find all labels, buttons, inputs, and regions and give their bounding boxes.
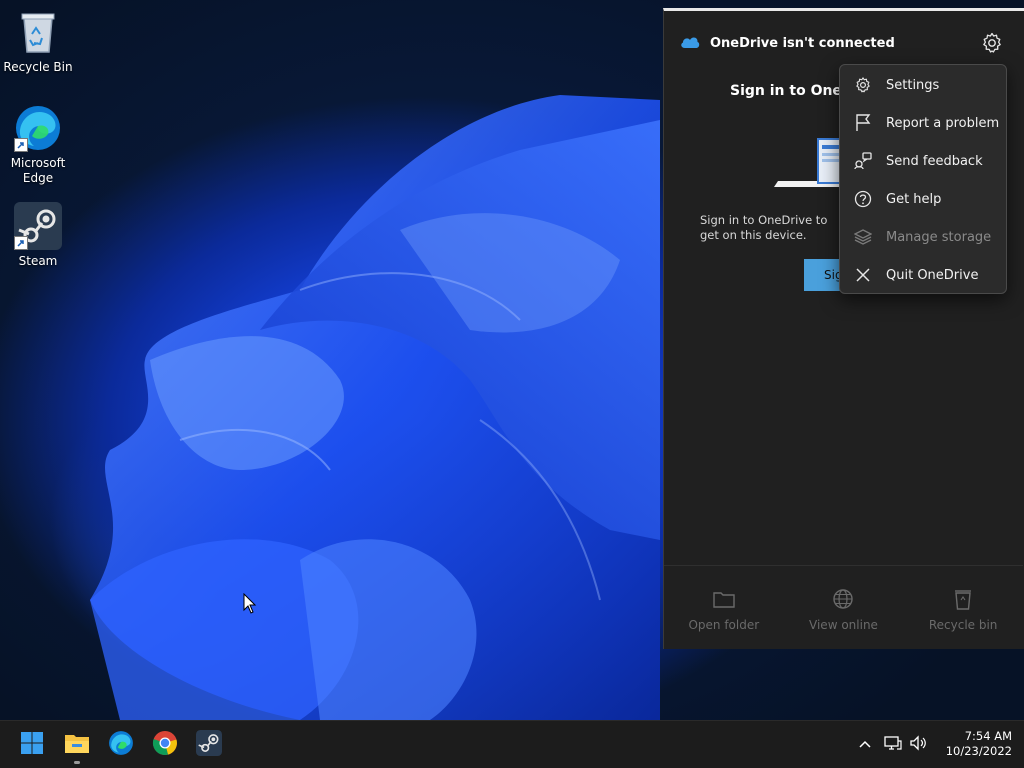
chrome-icon	[152, 730, 178, 760]
clock-time: 7:54 AM	[964, 729, 1012, 743]
running-indicator	[74, 761, 80, 764]
taskbar-edge[interactable]	[105, 729, 137, 761]
feedback-icon	[852, 152, 874, 170]
menu-item-label: Report a problem	[886, 115, 1000, 131]
recycle-bin-icon	[918, 586, 1008, 612]
taskbar-steam[interactable]	[193, 729, 225, 761]
onedrive-title: OneDrive isn't connected	[710, 35, 895, 51]
volume-icon[interactable]	[910, 735, 928, 755]
onedrive-footer: Open folder View online Recycle bin	[664, 565, 1023, 649]
steam-icon	[14, 202, 62, 250]
menu-item-send-feedback[interactable]: Send feedback	[844, 144, 1002, 178]
open-folder-label: Open folder	[688, 618, 760, 632]
menu-item-label: Settings	[886, 77, 940, 93]
taskbar: 7:54 AM 10/23/2022	[0, 720, 1024, 768]
steam-icon	[196, 730, 222, 760]
edge-icon	[108, 730, 134, 760]
menu-item-label: Quit OneDrive	[886, 267, 979, 283]
menu-item-quit-onedrive[interactable]: Quit OneDrive	[844, 258, 1002, 292]
settings-context-menu: Settings Report a problem Send feedback …	[839, 64, 1007, 294]
close-icon	[852, 266, 874, 284]
menu-item-manage-storage[interactable]: Manage storage	[844, 220, 1002, 254]
globe-icon	[798, 586, 888, 612]
help-icon	[852, 190, 874, 208]
file-explorer-icon	[64, 732, 90, 758]
view-online-button[interactable]: View online	[798, 586, 888, 632]
open-folder-button[interactable]: Open folder	[679, 586, 769, 632]
taskbar-chrome[interactable]	[149, 729, 181, 761]
view-online-label: View online	[809, 618, 878, 632]
shortcut-arrow-icon	[14, 138, 28, 152]
desktop-icon-edge[interactable]: Microsoft Edge	[0, 104, 76, 186]
menu-item-label: Send feedback	[886, 153, 983, 169]
clock-date: 10/23/2022	[945, 744, 1012, 758]
mouse-cursor-icon	[243, 593, 257, 614]
desktop-icon-label: Recycle Bin	[3, 60, 73, 74]
gear-icon	[852, 76, 874, 94]
system-tray	[858, 733, 928, 757]
onedrive-settings-gear-icon[interactable]	[980, 31, 1004, 55]
flag-icon	[852, 114, 874, 132]
start-icon	[20, 731, 44, 759]
start-button[interactable]	[16, 729, 48, 761]
onedrive-header: OneDrive isn't connected	[680, 33, 895, 53]
menu-item-settings[interactable]: Settings	[844, 68, 1002, 102]
desktop-icon-recycle-bin[interactable]: Recycle Bin	[0, 8, 76, 75]
show-hidden-icons-chevron-up-icon[interactable]	[858, 736, 872, 755]
edge-icon	[14, 104, 62, 152]
folder-icon	[679, 586, 769, 612]
menu-item-get-help[interactable]: Get help	[844, 182, 1002, 216]
desktop-icon-label: Microsoft Edge	[10, 156, 66, 185]
signin-description: Sign in to OneDrive to get on this devic…	[700, 213, 828, 242]
recycle-bin-icon	[14, 8, 62, 56]
network-icon[interactable]	[884, 735, 902, 755]
shortcut-arrow-icon	[14, 236, 28, 250]
recycle-bin-label: Recycle bin	[928, 618, 998, 632]
menu-item-report-problem[interactable]: Report a problem	[844, 106, 1002, 140]
desktop-icon-steam[interactable]: Steam	[0, 202, 76, 269]
recycle-bin-button[interactable]: Recycle bin	[918, 586, 1008, 632]
taskbar-file-explorer[interactable]	[61, 729, 93, 764]
signin-heading: Sign in to OneD	[730, 83, 854, 99]
layers-icon	[852, 228, 874, 246]
taskbar-clock[interactable]: 7:54 AM 10/23/2022	[940, 729, 1012, 759]
menu-item-label: Get help	[886, 191, 942, 207]
onedrive-cloud-icon	[680, 34, 700, 53]
desktop-icon-label: Steam	[18, 254, 58, 268]
menu-item-label: Manage storage	[886, 229, 992, 245]
signin-button[interactable]: Sig	[804, 259, 844, 291]
